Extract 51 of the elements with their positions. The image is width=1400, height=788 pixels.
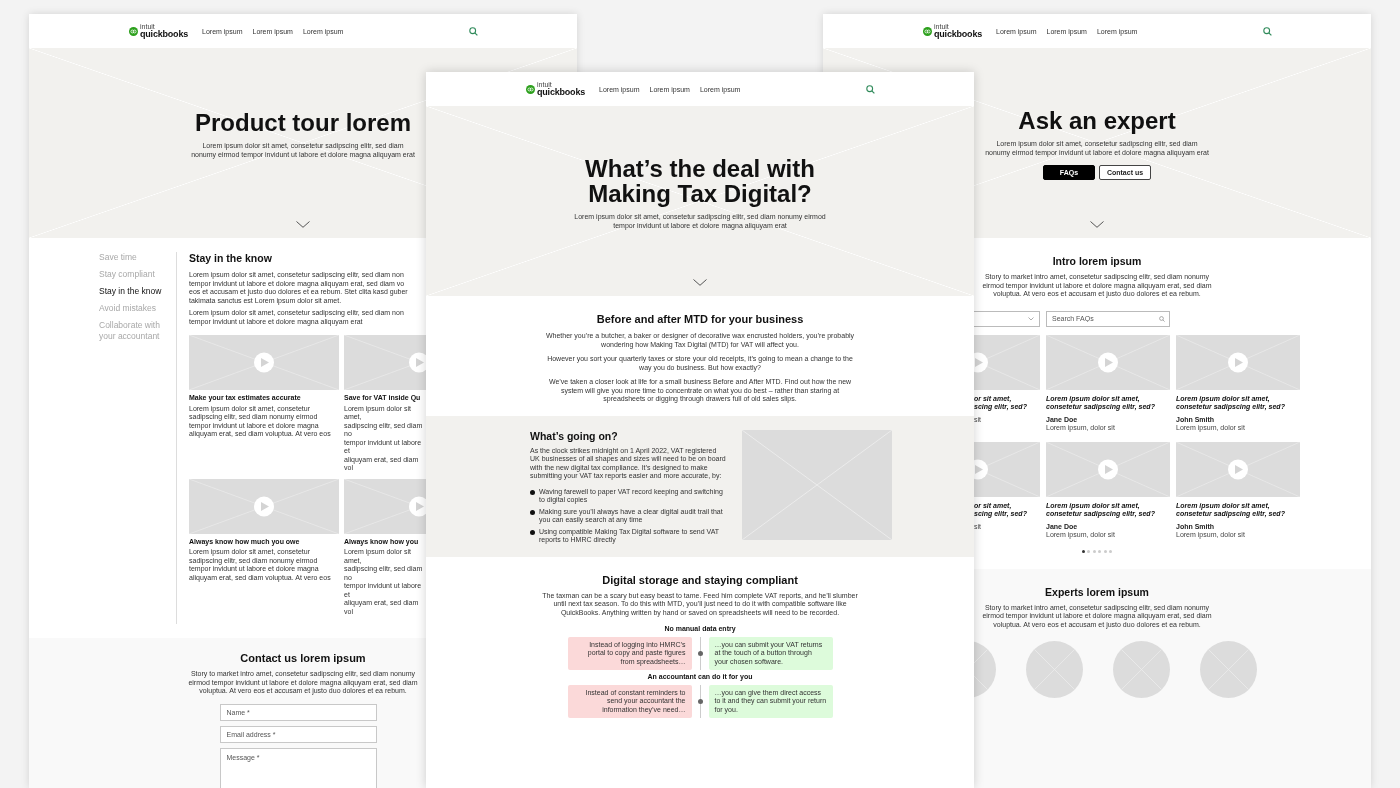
video-placeholder[interactable]: [1046, 441, 1170, 497]
logo-icon: [923, 26, 932, 36]
chevron-down-icon[interactable]: [1090, 221, 1104, 228]
pager-dot[interactable]: [1092, 549, 1096, 553]
dropdown-field[interactable]: [974, 310, 1040, 327]
search-icon: [1159, 315, 1165, 322]
pager-dot[interactable]: [1109, 549, 1113, 553]
logo-wordmark: quickbooks: [934, 30, 982, 39]
search-icon[interactable]: [866, 84, 875, 94]
bullet-icon: [530, 489, 535, 495]
section-heading: Stay in the know: [189, 252, 273, 265]
chevron-down-icon[interactable]: [693, 279, 707, 286]
video-placeholder[interactable]: [974, 334, 1040, 390]
section-heading: Contact us lorem ipsum: [240, 652, 366, 665]
avatar-placeholder: [1026, 641, 1083, 698]
video-placeholder[interactable]: [344, 478, 426, 534]
logo-icon: [129, 26, 138, 36]
chevron-down-icon[interactable]: [296, 221, 310, 228]
video-placeholder[interactable]: [1176, 441, 1300, 497]
section-heading: Before and after MTD for your business: [596, 312, 804, 326]
video-placeholder[interactable]: [974, 441, 1040, 497]
pager-dot[interactable]: [1087, 549, 1091, 553]
hero-title: Product tour lorem: [195, 110, 411, 135]
video-placeholder[interactable]: [1046, 334, 1170, 390]
section-heading: What’s going on?: [530, 429, 619, 443]
logo-wordmark: quickbooks: [537, 88, 585, 97]
video-placeholder[interactable]: [189, 335, 339, 390]
section-heading: Digital storage and staying compliant: [602, 572, 798, 587]
video-placeholder[interactable]: [344, 335, 426, 390]
logo-icon: [526, 84, 535, 94]
hero-title: What’s the deal with Making Tax Digital?: [585, 156, 815, 206]
avatar-placeholder: [1200, 641, 1257, 698]
section-heading: Intro lorem ipsum: [1052, 254, 1142, 268]
bullet-icon: [530, 509, 535, 515]
video-placeholder[interactable]: [189, 478, 339, 534]
pager-dot[interactable]: [1103, 549, 1107, 553]
search-icon[interactable]: [1263, 26, 1272, 36]
timeline-dot: [697, 650, 703, 656]
video-placeholder[interactable]: [1176, 334, 1300, 390]
logo-wordmark: quickbooks: [140, 30, 188, 39]
timeline-dot: [697, 698, 703, 704]
sidebar-item[interactable]: Stay in the know: [99, 286, 173, 297]
pager-dot[interactable]: [1081, 549, 1085, 553]
pager-dot[interactable]: [1098, 549, 1102, 553]
bullet-icon: [530, 529, 535, 535]
avatar-placeholder: [1113, 641, 1170, 698]
avatar-placeholder: [974, 641, 996, 698]
hero-title: Ask an expert: [1018, 108, 1176, 133]
chevron-down-icon: [1028, 316, 1034, 321]
search-icon[interactable]: [469, 26, 478, 36]
section-heading: Experts lorem ipsum: [1045, 584, 1149, 599]
